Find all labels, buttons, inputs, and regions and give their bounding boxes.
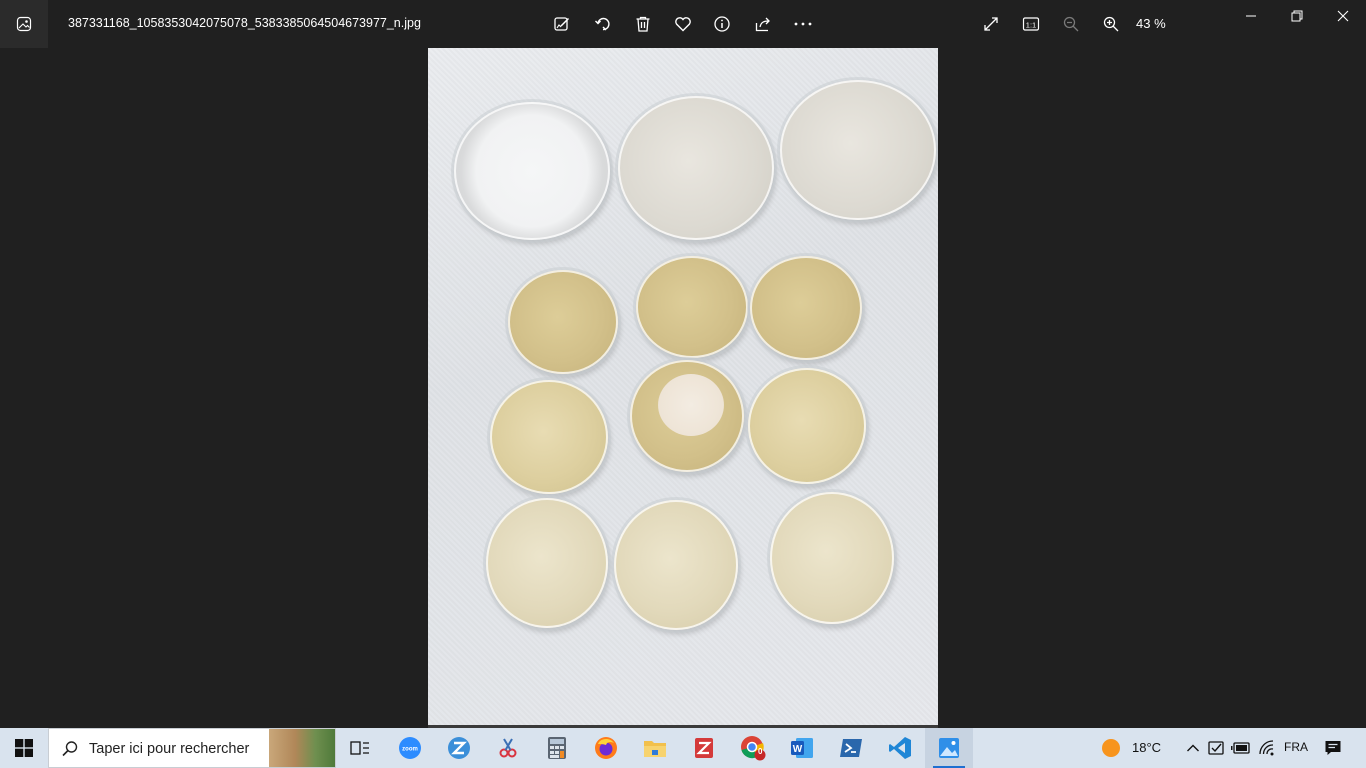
wifi-icon[interactable] [1257, 738, 1277, 758]
word-icon[interactable]: W [778, 728, 826, 768]
zoom-app-icon[interactable]: zoom [386, 728, 434, 768]
zoom-out-icon[interactable] [1057, 10, 1085, 38]
security-icon[interactable] [1207, 738, 1227, 758]
powershell-icon[interactable] [827, 728, 875, 768]
petri-dish [454, 102, 610, 240]
image-viewport[interactable] [0, 48, 1366, 728]
z-app-icon[interactable] [435, 728, 483, 768]
actual-size-icon[interactable]: 1:1 [1017, 10, 1045, 38]
photos-app-icon[interactable] [0, 0, 48, 48]
share-icon[interactable] [749, 10, 777, 38]
info-icon[interactable] [708, 10, 736, 38]
full-screen-icon[interactable] [977, 10, 1005, 38]
notifications-icon[interactable] [1323, 738, 1343, 758]
task-view-icon[interactable] [336, 728, 384, 768]
chrome-icon[interactable]: 0 [729, 728, 777, 768]
petri-dish [780, 80, 936, 220]
start-button[interactable] [0, 728, 48, 768]
title-bar: 387331168_1058353042075078_5383385064504… [0, 0, 1366, 48]
snipping-tool-icon[interactable] [484, 728, 532, 768]
petri-dish [490, 380, 608, 494]
calculator-icon[interactable] [533, 728, 581, 768]
petri-dish [770, 492, 894, 624]
chevron-up-icon[interactable] [1183, 738, 1203, 758]
file-name: 387331168_1058353042075078_5383385064504… [68, 16, 421, 30]
petri-dish [614, 500, 738, 630]
battery-icon[interactable] [1231, 738, 1251, 758]
windows-icon [15, 739, 33, 757]
inhibition-zone [658, 374, 724, 436]
delete-icon[interactable] [629, 10, 657, 38]
favorite-icon[interactable] [669, 10, 697, 38]
taskbar: Taper ici pour rechercher zoom 0 W 18°C … [0, 728, 1366, 768]
edit-image-icon[interactable] [548, 10, 576, 38]
petri-dish [618, 96, 774, 240]
file-explorer-icon[interactable] [631, 728, 679, 768]
minimize-button[interactable] [1228, 0, 1274, 32]
firefox-icon[interactable] [582, 728, 630, 768]
photos-taskbar-icon[interactable] [925, 728, 973, 768]
search-highlight-image [269, 729, 335, 767]
petri-dish [508, 270, 618, 374]
rotate-icon[interactable] [589, 10, 617, 38]
chrome-badge: 0 [758, 747, 763, 756]
petri-dish-photo [428, 48, 938, 728]
taskbar-search[interactable]: Taper ici pour rechercher [48, 728, 336, 768]
svg-text:1:1: 1:1 [1026, 20, 1036, 29]
vscode-icon[interactable] [876, 728, 924, 768]
input-language[interactable]: FRA [1284, 740, 1308, 754]
search-icon [62, 741, 78, 757]
petri-dish [748, 368, 866, 484]
zotero-icon[interactable] [680, 728, 728, 768]
zoom-level: 43 % [1136, 16, 1166, 31]
svg-text:W: W [793, 744, 803, 755]
petri-dish [636, 256, 748, 358]
more-icon[interactable] [789, 10, 817, 38]
petri-dish [630, 360, 744, 472]
weather-icon[interactable] [1101, 738, 1121, 758]
close-button[interactable] [1320, 0, 1366, 32]
restore-button[interactable] [1274, 0, 1320, 32]
search-placeholder: Taper ici pour rechercher [89, 741, 250, 757]
zoom-in-icon[interactable] [1097, 10, 1125, 38]
weather-temperature[interactable]: 18°C [1132, 740, 1161, 755]
petri-dish [750, 256, 862, 360]
svg-text:zoom: zoom [402, 747, 418, 753]
petri-dish [486, 498, 608, 628]
